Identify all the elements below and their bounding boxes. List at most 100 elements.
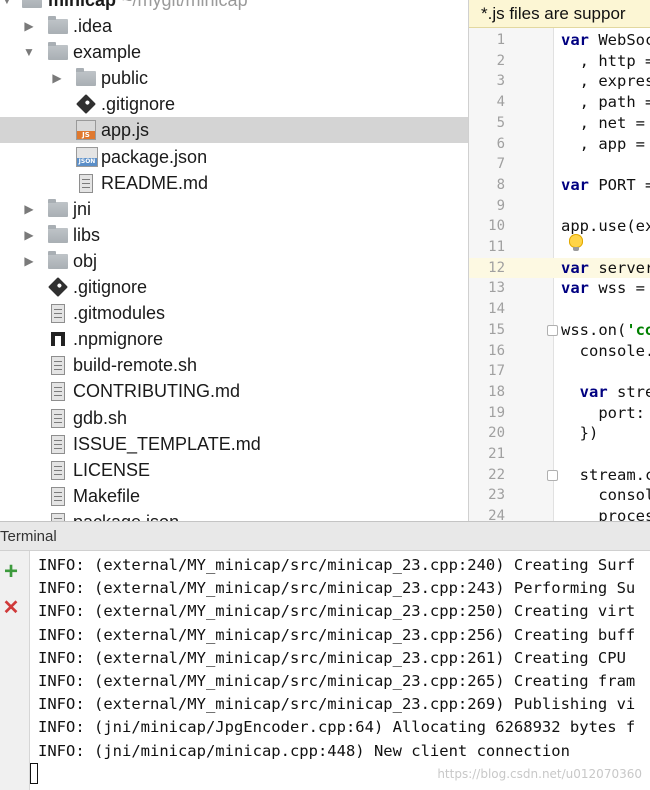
tree-item[interactable]: ▶ .idea — [0, 13, 468, 39]
folder-icon — [76, 68, 96, 87]
chevron-down-icon[interactable]: ▼ — [22, 39, 36, 65]
lightbulb-icon[interactable] — [569, 234, 583, 251]
tree-item[interactable]: ▶ obj — [0, 248, 468, 274]
terminal-line: INFO: (external/MY_minicap/src/minicap_2… — [38, 556, 636, 574]
line-number: 8 — [496, 176, 505, 193]
watermark: https://blog.csdn.net/u012070360 — [437, 767, 642, 781]
tree-item-label: .gitignore — [101, 94, 176, 115]
line-number: 24 — [488, 508, 505, 521]
code-line[interactable]: 2 , http = — [469, 51, 650, 72]
code-text: console. — [561, 341, 650, 360]
tree-item-label: .gitignore — [73, 277, 148, 297]
tree-item[interactable]: CONTRIBUTING.md — [0, 378, 468, 404]
text-file-icon — [51, 382, 65, 402]
line-number: 1 — [496, 32, 505, 48]
tree-item[interactable]: build-remote.sh — [0, 352, 468, 378]
code-line[interactable]: 12 var server — [469, 257, 650, 279]
tree-item[interactable]: ▼ example — [0, 39, 468, 65]
line-number: 23 — [488, 487, 505, 504]
code-line[interactable]: 6 , app = — [469, 134, 650, 155]
chevron-down-icon[interactable]: ▼ — [0, 0, 14, 13]
chevron-right-icon[interactable]: ▶ — [22, 13, 36, 39]
tree-item[interactable]: ▶ libs — [0, 222, 468, 248]
terminal-line: INFO: (external/MY_minicap/src/minicap_2… — [38, 672, 636, 690]
tree-item[interactable]: ISSUE_TEMPLATE.md — [0, 431, 468, 457]
line-number: 6 — [496, 135, 505, 152]
new-session-plus-icon[interactable]: + — [0, 560, 22, 584]
code-text: , net = — [561, 113, 645, 132]
code-line[interactable]: 10 app.use(ex — [469, 216, 650, 237]
close-session-icon[interactable]: ✕ — [0, 597, 22, 619]
tree-item-label: .gitmodules — [73, 303, 166, 324]
text-file-icon — [51, 304, 65, 324]
tree-item[interactable]: ▶ jni — [0, 196, 468, 222]
chevron-right-icon[interactable]: ▶ — [22, 222, 36, 248]
code-text: , path = — [561, 93, 650, 112]
tree-item[interactable]: .gitmodules — [0, 300, 468, 326]
line-number: 12 — [488, 259, 505, 276]
tree-item[interactable]: package.json — [0, 509, 468, 521]
tree-item[interactable]: .gitignore — [0, 274, 468, 300]
json-file-badge: JSON — [77, 157, 97, 166]
code-line[interactable]: 21 — [469, 444, 650, 465]
line-number: 13 — [488, 280, 505, 297]
code-line[interactable]: 13 var wss = — [469, 278, 650, 299]
npm-icon — [51, 332, 65, 347]
code-line[interactable]: 24 proces — [469, 506, 650, 521]
line-number: 3 — [496, 73, 505, 90]
chevron-right-icon[interactable]: ▶ — [22, 248, 36, 274]
fold-toggle-icon[interactable] — [547, 469, 558, 481]
folder-icon — [48, 224, 68, 243]
tree-item[interactable]: ▶ public — [0, 65, 468, 91]
tree-item[interactable]: .npmignore — [0, 326, 468, 352]
code-text: wss.on('co — [561, 320, 650, 339]
code-line[interactable]: 8 var PORT = — [469, 175, 650, 196]
code-line[interactable]: 20 }) — [469, 423, 650, 444]
chevron-right-icon[interactable]: ▶ — [50, 65, 64, 91]
tree-item-label: package.json — [101, 146, 208, 167]
code-line[interactable]: 3 , expres — [469, 71, 650, 92]
code-line[interactable]: 11 — [469, 237, 650, 258]
code-line[interactable]: 7 — [469, 154, 650, 175]
code-text: var stre — [579, 382, 650, 401]
tree-item[interactable]: .gitignore — [0, 91, 468, 117]
code-line[interactable]: 16 console. — [469, 341, 650, 362]
tree-item-label: .idea — [73, 16, 113, 36]
chevron-right-icon[interactable]: ▶ — [22, 196, 36, 222]
code-line[interactable]: 4 , path = — [469, 92, 650, 113]
tree-item[interactable]: LICENSE — [0, 457, 468, 483]
line-number: 7 — [496, 156, 505, 173]
terminal-line: INFO: (external/MY_minicap/src/minicap_2… — [38, 695, 636, 714]
fold-toggle-icon[interactable] — [547, 324, 558, 336]
tree-item[interactable]: JS app.js — [0, 117, 468, 144]
folder-icon — [48, 250, 68, 269]
tree-item-label: LICENSE — [73, 459, 151, 480]
tree-root[interactable]: ▼ minicap ~/mygit/minicap — [0, 0, 468, 13]
code-line[interactable]: 1 var WebSoc — [469, 30, 650, 51]
text-file-icon — [51, 512, 65, 521]
line-number: 19 — [488, 404, 505, 421]
code-line[interactable]: 5 , net = — [469, 113, 650, 134]
code-text: var WebSoc — [561, 31, 650, 49]
code-editor[interactable]: 1 var WebSoc 2 , http = 3 , expres 4 , path … — [468, 0, 650, 521]
tree-item[interactable]: gdb.sh — [0, 405, 468, 431]
terminal-output[interactable]: INFO: (external/MY_minicap/src/minicap_2… — [30, 551, 650, 790]
tree-item[interactable]: JSON package.json — [0, 144, 468, 170]
code-line[interactable]: 14 — [469, 299, 650, 320]
tree-item[interactable]: Makefile — [0, 483, 468, 509]
code-line[interactable]: 22 stream.c — [469, 465, 650, 486]
code-line[interactable]: 9 — [469, 196, 650, 217]
tree-item-label: CONTRIBUTING.md — [73, 381, 241, 402]
code-text: stream.c — [561, 465, 650, 484]
tree-item[interactable]: README.md — [0, 170, 468, 196]
code-line[interactable]: 23 consol — [469, 485, 650, 506]
terminal-toolbar: + ✕ — [0, 551, 30, 790]
code-line[interactable]: 17 — [469, 361, 650, 382]
code-line[interactable]: 19 port: — [469, 403, 650, 424]
code-line[interactable]: 18 var stre — [469, 382, 650, 403]
line-number: 17 — [488, 363, 505, 380]
tree-item-label: public — [101, 68, 149, 89]
code-line[interactable]: 15 wss.on('co — [469, 320, 650, 341]
tree-item-label: package.json — [73, 509, 179, 521]
code-text: consol — [561, 486, 650, 505]
